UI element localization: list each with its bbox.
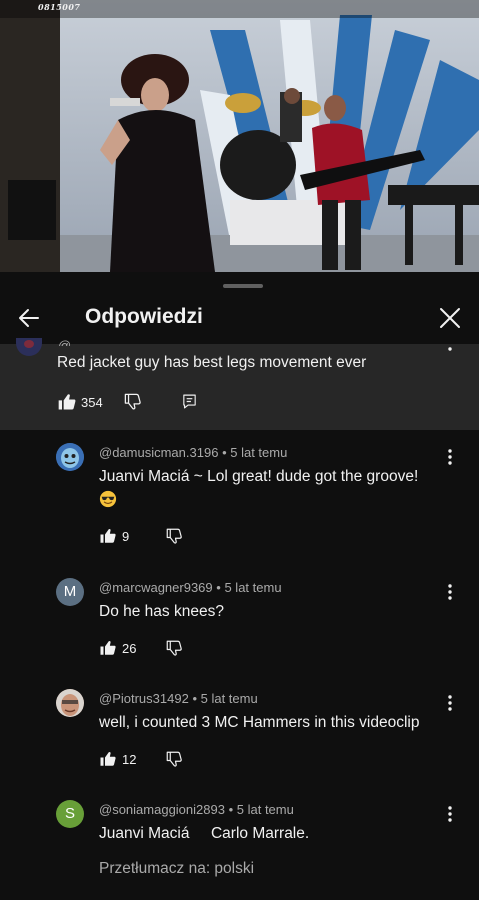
meta-separator: •	[216, 580, 221, 595]
like-count: 26	[122, 641, 137, 656]
back-arrow-icon[interactable]	[14, 302, 46, 334]
drag-handle[interactable]	[223, 284, 263, 288]
avatar[interactable]	[56, 689, 84, 717]
comment-author[interactable]: @soniamaggioni2893	[99, 802, 225, 817]
avatar-image	[56, 689, 84, 717]
reply-item: S @soniamaggioni2893 • 5 lat temu Juanvi…	[0, 800, 479, 900]
comment-meta: @Piotrus31492 • 5 lat temu	[99, 691, 258, 706]
translate-link[interactable]: Przetłumacz na: polski	[99, 860, 254, 878]
avatar[interactable]: M	[56, 578, 84, 606]
comment-time: 5 lat temu	[224, 580, 282, 595]
like-count: 354	[81, 395, 103, 410]
like-icon[interactable]	[99, 639, 117, 657]
like-count: 12	[122, 752, 137, 767]
comment-text: well, i counted 3 MC Hammers in this vid…	[99, 714, 420, 731]
more-options-icon[interactable]	[440, 804, 460, 824]
reply-item: M @marcwagner9369 • 5 lat temu Do he has…	[0, 578, 479, 668]
comment-text: Juanvi Maciá ~ Lol great! dude got the g…	[99, 465, 444, 511]
comment-author[interactable]: @Piotrus31492	[99, 691, 189, 706]
more-options-icon[interactable]	[440, 582, 460, 602]
comment-meta: @soniamaggioni2893 • 5 lat temu	[99, 802, 294, 817]
smiling-face-with-sunglasses-icon	[99, 490, 117, 508]
avatar[interactable]	[56, 443, 84, 471]
close-icon[interactable]	[434, 302, 466, 334]
dislike-icon[interactable]	[165, 750, 183, 768]
dislike-icon[interactable]	[165, 527, 183, 545]
comment-time: 5 lat temu	[200, 691, 258, 706]
comment-author[interactable]: @marcwagner9369	[99, 580, 213, 595]
avatar[interactable]: S	[56, 800, 84, 828]
like-icon[interactable]	[57, 392, 77, 412]
meta-separator: •	[192, 691, 197, 706]
comment-text: Do he has knees?	[99, 603, 224, 620]
reply-item: @Piotrus31492 • 5 lat temu well, i count…	[0, 689, 479, 779]
comment-text: Juanvi Maciá Carlo Marrale.	[99, 825, 310, 842]
avatar[interactable]	[16, 338, 42, 356]
replies-panel: Odpowiedzi @j Red jacket guy has best le…	[0, 272, 479, 900]
comment-meta: @damusicman.3196 • 5 lat temu	[99, 445, 287, 460]
page-title: Odpowiedzi	[85, 305, 203, 328]
more-options-icon[interactable]	[440, 340, 460, 354]
comment-time: 5 lat temu	[230, 445, 288, 460]
comment-text: Red jacket guy has best legs movement ev…	[57, 354, 367, 371]
video-player[interactable]: 0815007	[0, 0, 479, 272]
reply-item: @damusicman.3196 • 5 lat temu Juanvi Mac…	[0, 443, 479, 553]
more-options-icon[interactable]	[440, 693, 460, 713]
comment-author[interactable]: @damusicman.3196	[99, 445, 218, 460]
meta-separator: •	[222, 445, 227, 460]
avatar-image	[56, 443, 84, 471]
video-timecode-stamp: 0815007	[38, 2, 81, 12]
comment-author[interactable]: @j	[58, 338, 70, 346]
video-frame	[0, 0, 479, 272]
comment-text-content: Juanvi Maciá ~ Lol great! dude got the g…	[99, 468, 419, 485]
comment-meta: @marcwagner9369 • 5 lat temu	[99, 580, 282, 595]
dislike-icon[interactable]	[123, 392, 142, 411]
meta-separator: •	[228, 802, 234, 817]
dislike-icon[interactable]	[165, 639, 183, 657]
more-options-icon[interactable]	[440, 447, 460, 467]
replies-header: Odpowiedzi	[0, 294, 479, 344]
parent-comment: @j Red jacket guy has best legs movement…	[0, 338, 479, 430]
like-count: 9	[122, 529, 130, 544]
reply-icon[interactable]	[181, 393, 198, 410]
like-icon[interactable]	[99, 750, 117, 768]
comment-time: 5 lat temu	[236, 802, 294, 817]
like-icon[interactable]	[99, 527, 117, 545]
